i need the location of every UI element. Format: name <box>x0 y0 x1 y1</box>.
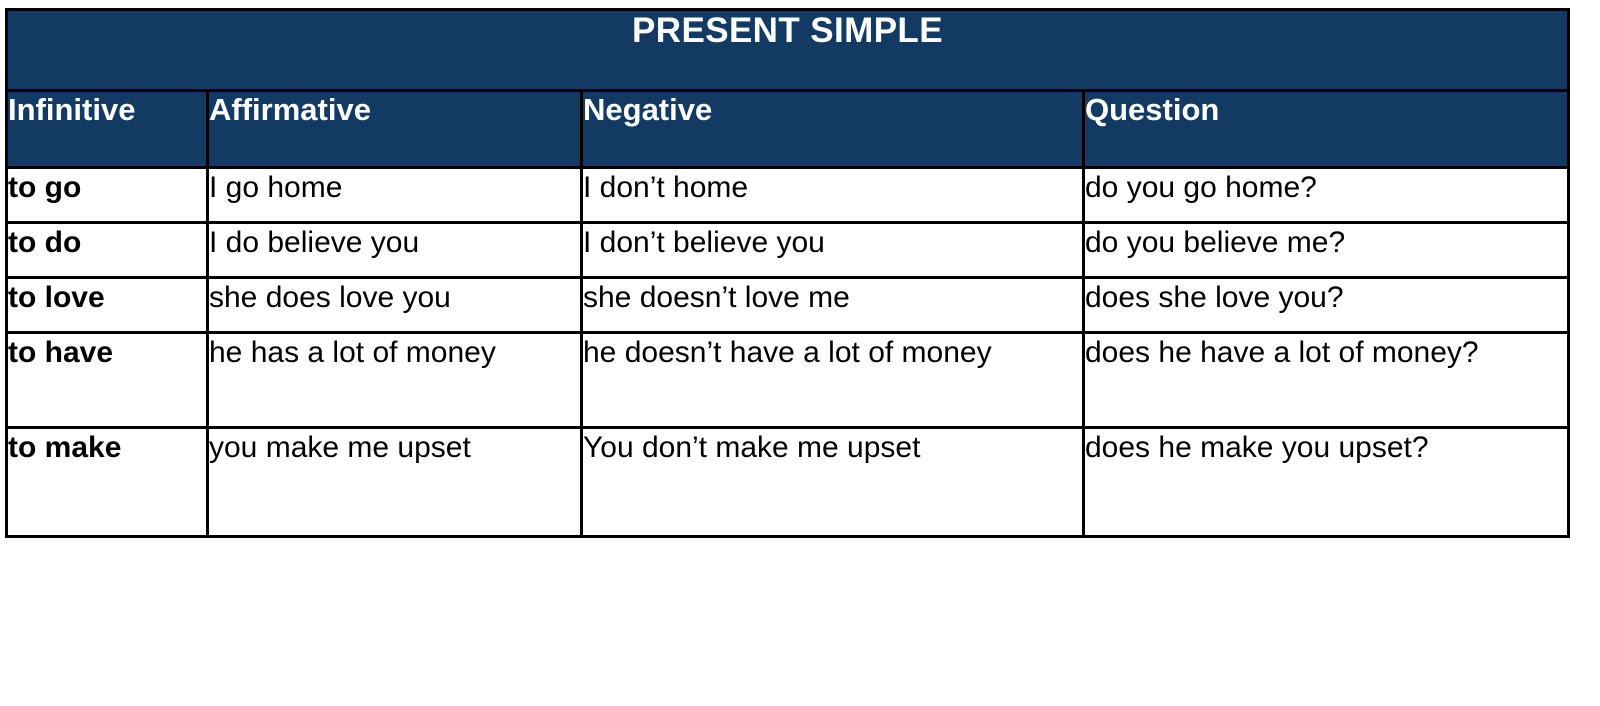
table-title-row: PRESENT SIMPLE <box>5 8 1570 92</box>
cell-question: do you go home? <box>1082 166 1570 224</box>
column-header-infinitive: Infinitive <box>5 89 209 169</box>
table-row: to have he has a lot of money he doesn’t… <box>5 331 1570 429</box>
cell-question: does she love you? <box>1082 276 1570 334</box>
table-row: to do I do believe you I don’t believe y… <box>5 221 1570 279</box>
cell-infinitive: to do <box>5 221 209 279</box>
cell-question: does he have a lot of money? <box>1082 331 1570 429</box>
cell-infinitive: to go <box>5 166 209 224</box>
cell-negative: I don’t believe you <box>580 221 1085 279</box>
cell-negative: she doesn’t love me <box>580 276 1085 334</box>
table-header-row: Infinitive Affirmative Negative Question <box>5 89 1570 169</box>
column-header-negative: Negative <box>580 89 1085 169</box>
cell-negative: I don’t home <box>580 166 1085 224</box>
page-title: PRESENT SIMPLE <box>5 8 1570 92</box>
cell-infinitive: to make <box>5 426 209 538</box>
table-row: to go I go home I don’t home do you go h… <box>5 166 1570 224</box>
cell-affirmative: you make me upset <box>206 426 583 538</box>
cell-question: do you believe me? <box>1082 221 1570 279</box>
cell-affirmative: I do believe you <box>206 221 583 279</box>
cell-infinitive: to love <box>5 276 209 334</box>
cell-infinitive: to have <box>5 331 209 429</box>
cell-negative: You don’t make me upset <box>580 426 1085 538</box>
cell-affirmative: he has a lot of money <box>206 331 583 429</box>
present-simple-table: PRESENT SIMPLE Infinitive Affirmative Ne… <box>5 8 1570 538</box>
table-row: to love she does love you she doesn’t lo… <box>5 276 1570 334</box>
table-row: to make you make me upset You don’t make… <box>5 426 1570 538</box>
cell-affirmative: I go home <box>206 166 583 224</box>
cell-question: does he make you upset? <box>1082 426 1570 538</box>
column-header-question: Question <box>1082 89 1570 169</box>
column-header-affirmative: Affirmative <box>206 89 583 169</box>
page-canvas: PRESENT SIMPLE Infinitive Affirmative Ne… <box>0 0 1600 706</box>
cell-negative: he doesn’t have a lot of money <box>580 331 1085 429</box>
cell-affirmative: she does love you <box>206 276 583 334</box>
